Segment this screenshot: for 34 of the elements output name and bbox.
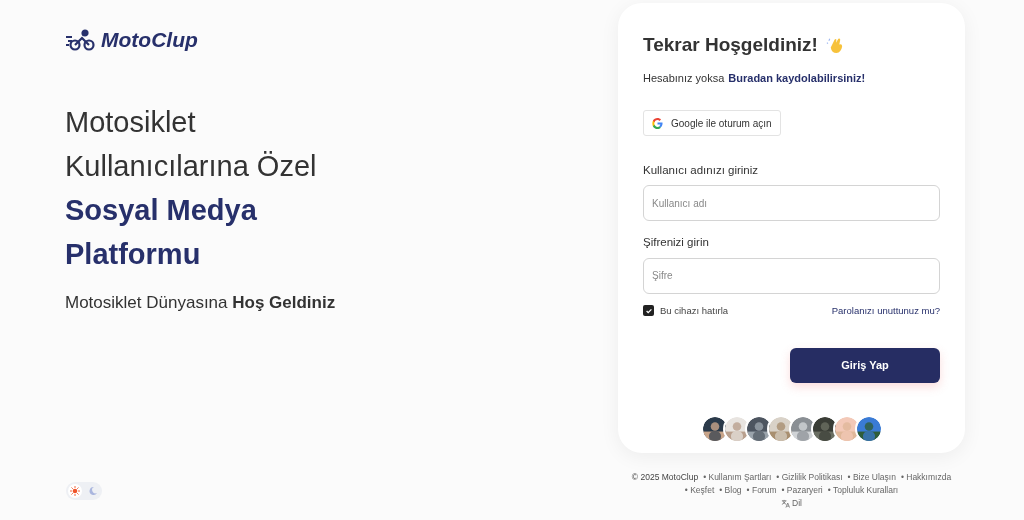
sun-icon[interactable] (68, 484, 82, 498)
signup-link[interactable]: Buradan kaydolabilirsiniz! (728, 69, 866, 86)
theme-toggle[interactable] (66, 482, 102, 500)
forgot-password-link[interactable]: Parolanızı unuttunuz mu? (831, 303, 940, 318)
footer-link[interactable]: • Hakkımızda (900, 471, 952, 483)
google-icon (652, 117, 663, 129)
tagline: Motosiklet Dünyasına Hoş Geldiniz (65, 291, 337, 314)
username-field[interactable]: Kullanıcı adı (643, 185, 940, 222)
hero-heading: Sosyal Medya (65, 192, 258, 228)
footer-link[interactable]: • Pazaryeri (781, 484, 823, 496)
login-button[interactable]: Giriş Yap (790, 347, 940, 383)
hero-heading: Motosiklet (65, 104, 197, 140)
footer-link[interactable]: • Forum (746, 484, 777, 496)
login-title: Tekrar Hoşgeldiniz! (643, 33, 818, 57)
password-field[interactable]: Şifre (643, 257, 940, 294)
brand-name: MotoClup (101, 27, 198, 53)
footer-link[interactable]: • Topluluk Kuralları (827, 484, 899, 496)
field-label: Şifrenizi girin (643, 235, 710, 251)
hero-heading: Kullanıcılarına Özel (65, 148, 318, 184)
remember-label: Bu cihazı hatırla (660, 303, 729, 318)
motorcycle-logo-icon (65, 28, 97, 51)
moon-icon[interactable] (86, 484, 100, 498)
field-label: Kullanıcı adınızı giriniz (643, 163, 760, 178)
footer-link[interactable]: • Keşfet (684, 484, 715, 496)
hero-heading: Platformu (65, 236, 202, 272)
footer-link[interactable]: • Blog (719, 484, 742, 496)
footer-link[interactable]: • Kullanım Şartları (703, 471, 772, 483)
footer-link[interactable]: • Gizlilik Politikası (776, 471, 843, 483)
signup-prompt: Hesabınız yoksa (643, 70, 725, 86)
footer-link[interactable]: • Bize Ulaşın (847, 471, 896, 483)
google-signin-button[interactable]: Google ile oturum açın (643, 110, 781, 136)
copyright: © 2025 MotoClup (631, 471, 699, 483)
translate-icon (781, 498, 791, 508)
language-link[interactable]: Dil (781, 497, 802, 509)
